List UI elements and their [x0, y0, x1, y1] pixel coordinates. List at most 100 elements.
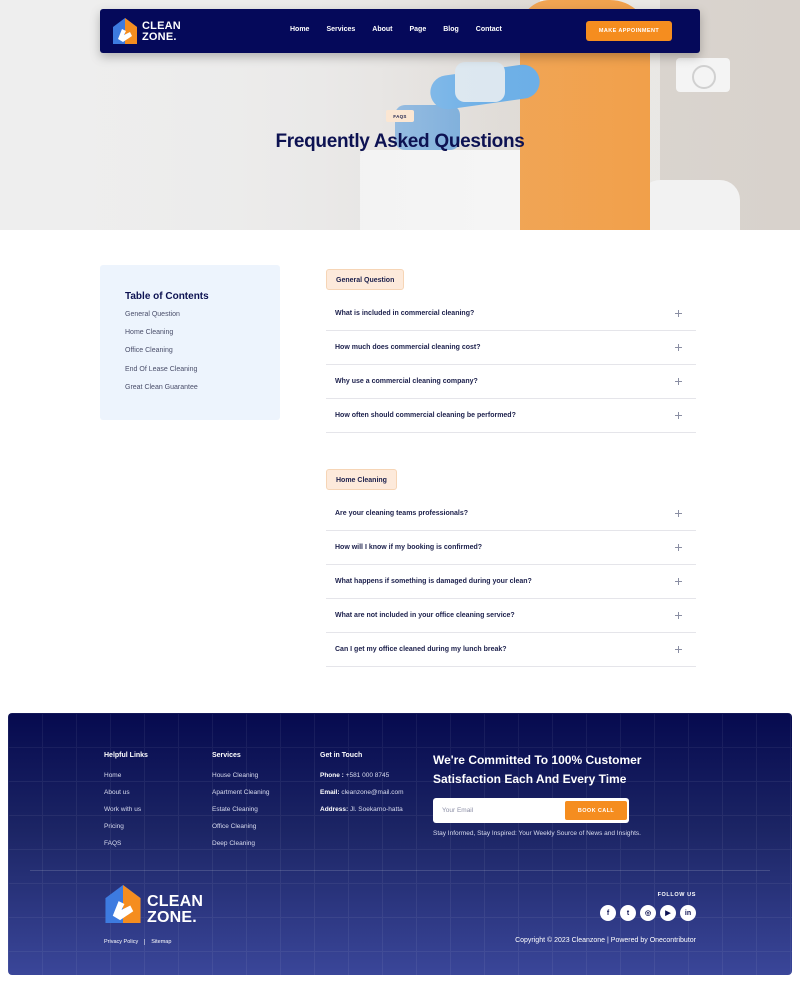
- sitemap-link[interactable]: Sitemap: [151, 939, 171, 945]
- email-input[interactable]: [433, 798, 563, 823]
- faq-item[interactable]: Can I get my office cleaned during my lu…: [326, 633, 696, 667]
- logo-wordmark[interactable]: CLEAN ZONE.: [142, 21, 181, 43]
- email-label: Email:: [320, 789, 340, 796]
- phone-value: +581 000 8745: [345, 772, 390, 779]
- faq-item[interactable]: How much does commercial cleaning cost?: [326, 331, 696, 365]
- faq-question: How will I know if my booking is confirm…: [335, 544, 483, 551]
- faq-section-general: General Question What is included in com…: [326, 269, 696, 433]
- footer-link-pricing[interactable]: Pricing: [104, 822, 148, 839]
- footer-heading: Get in Touch: [320, 752, 363, 759]
- faq-item[interactable]: How often should commercial cleaning be …: [326, 399, 696, 433]
- footer-divider: [30, 870, 770, 871]
- faq-list: Are your cleaning teams professionals? H…: [326, 497, 696, 667]
- faq-question: How often should commercial cleaning be …: [335, 412, 516, 419]
- footer-email[interactable]: Email: cleanzone@mail.com: [320, 788, 404, 805]
- logo-line-1: CLEAN: [147, 893, 204, 910]
- nav-link-contact[interactable]: Contact: [476, 26, 502, 33]
- faq-item[interactable]: How will I know if my booking is confirm…: [326, 531, 696, 565]
- faq-item[interactable]: Why use a commercial cleaning company?: [326, 365, 696, 399]
- faq-list: What is included in commercial cleaning?…: [326, 297, 696, 433]
- plus-icon[interactable]: [675, 646, 682, 653]
- plus-icon[interactable]: [675, 510, 682, 517]
- toc-item-office-cleaning[interactable]: Office Cleaning: [125, 346, 280, 364]
- plus-icon[interactable]: [675, 412, 682, 419]
- toc-item-end-of-lease-cleaning[interactable]: End Of Lease Cleaning: [125, 365, 280, 383]
- copyright-text: Copyright © 2023 Cleanzone | Powered by …: [515, 937, 696, 944]
- footer-link-apartment-cleaning[interactable]: Apartment Cleaning: [212, 788, 269, 805]
- faq-section-tag: General Question: [326, 269, 405, 290]
- logo-line-2: ZONE.: [142, 31, 177, 43]
- page-title: Frequently Asked Questions: [275, 131, 525, 152]
- plus-icon[interactable]: [675, 544, 682, 551]
- footer-phone[interactable]: Phone : +581 000 8745: [320, 771, 404, 788]
- toc-item-great-clean-guarantee[interactable]: Great Clean Guarantee: [125, 383, 280, 401]
- privacy-policy-link[interactable]: Privacy Policy: [104, 939, 138, 945]
- youtube-icon[interactable]: ▶: [660, 905, 676, 921]
- faq-question: What is included in commercial cleaning?: [335, 310, 475, 317]
- footer-link-house-cleaning[interactable]: House Cleaning: [212, 771, 269, 788]
- nav-links: Home Services About Page Blog Contact: [290, 26, 519, 33]
- footer-link-estate-cleaning[interactable]: Estate Cleaning: [212, 805, 269, 822]
- nav-link-services[interactable]: Services: [326, 26, 355, 33]
- hero-badge: FAQS: [386, 110, 414, 122]
- faq-item[interactable]: What is included in commercial cleaning?: [326, 297, 696, 331]
- toc-title: Table of Contents: [125, 291, 209, 302]
- faq-question: Are your cleaning teams professionals?: [335, 510, 469, 517]
- footer-helpful-links: Helpful Links Home About us Work with us…: [104, 752, 148, 856]
- newsletter-note: Stay Informed, Stay Inspired: Your Weekl…: [433, 830, 641, 837]
- footer-link-office-cleaning[interactable]: Office Cleaning: [212, 822, 269, 839]
- plus-icon[interactable]: [675, 612, 682, 619]
- logo-line-2: ZONE.: [147, 909, 197, 926]
- footer-link-about-us[interactable]: About us: [104, 788, 148, 805]
- nav-link-about[interactable]: About: [372, 26, 392, 33]
- footer-contact: Get in Touch Phone : +581 000 8745 Email…: [320, 752, 404, 822]
- twitter-icon[interactable]: t: [620, 905, 636, 921]
- site-footer: Helpful Links Home About us Work with us…: [8, 713, 792, 975]
- plus-icon[interactable]: [675, 344, 682, 351]
- footer-link-home[interactable]: Home: [104, 771, 148, 788]
- address-label: Address:: [320, 806, 349, 813]
- footer-address: Address: Jl. Soekarno-hatta: [320, 805, 404, 822]
- footer-heading: Services: [212, 752, 241, 759]
- footer-services: Services House Cleaning Apartment Cleani…: [212, 752, 269, 856]
- footer-link-deep-cleaning[interactable]: Deep Cleaning: [212, 839, 269, 856]
- address-value: Jl. Soekarno-hatta: [350, 806, 403, 813]
- faq-question: How much does commercial cleaning cost?: [335, 344, 481, 351]
- toc-item-home-cleaning[interactable]: Home Cleaning: [125, 328, 280, 346]
- footer-tagline: We're Committed To 100% Customer Satisfa…: [433, 753, 642, 786]
- footer-link-faqs[interactable]: FAQS: [104, 839, 148, 856]
- footer-legal-links: Privacy Policy Sitemap: [104, 939, 171, 945]
- nav-link-home[interactable]: Home: [290, 26, 309, 33]
- social-links: f t ◎ ▶ in: [600, 905, 696, 921]
- faq-question: Why use a commercial cleaning company?: [335, 378, 478, 385]
- footer-logo-icon[interactable]: [104, 883, 142, 925]
- faq-item[interactable]: What happens if something is damaged dur…: [326, 565, 696, 599]
- facebook-icon[interactable]: f: [600, 905, 616, 921]
- subscribe-form: BOOK CALL: [433, 798, 629, 823]
- faq-item[interactable]: Are your cleaning teams professionals?: [326, 497, 696, 531]
- book-call-button[interactable]: BOOK CALL: [565, 801, 627, 820]
- plus-icon[interactable]: [675, 378, 682, 385]
- make-appointment-button[interactable]: MAKE APPOINMENT: [586, 21, 672, 41]
- toc-item-general-question[interactable]: General Question: [125, 310, 280, 328]
- faq-question: Can I get my office cleaned during my lu…: [335, 646, 507, 653]
- nav-link-blog[interactable]: Blog: [443, 26, 459, 33]
- logo-icon[interactable]: [112, 17, 138, 45]
- hero-section: CLEAN ZONE. Home Services About Page Blo…: [0, 0, 800, 230]
- faq-question: What are not included in your office cle…: [335, 612, 515, 619]
- legal-separator: [144, 939, 146, 945]
- linkedin-icon[interactable]: in: [680, 905, 696, 921]
- follow-us-label: FOLLOW US: [657, 892, 696, 898]
- instagram-icon[interactable]: ◎: [640, 905, 656, 921]
- faq-question: What happens if something is damaged dur…: [335, 578, 532, 585]
- footer-logo-wordmark[interactable]: CLEAN ZONE.: [147, 894, 203, 926]
- phone-label: Phone :: [320, 772, 344, 779]
- main-navbar: CLEAN ZONE. Home Services About Page Blo…: [100, 9, 700, 53]
- footer-link-work-with-us[interactable]: Work with us: [104, 805, 148, 822]
- email-value: cleanzone@mail.com: [341, 789, 404, 796]
- nav-link-page[interactable]: Page: [409, 26, 426, 33]
- faq-section-home-cleaning: Home Cleaning Are your cleaning teams pr…: [326, 469, 696, 667]
- faq-item[interactable]: What are not included in your office cle…: [326, 599, 696, 633]
- plus-icon[interactable]: [675, 578, 682, 585]
- plus-icon[interactable]: [675, 310, 682, 317]
